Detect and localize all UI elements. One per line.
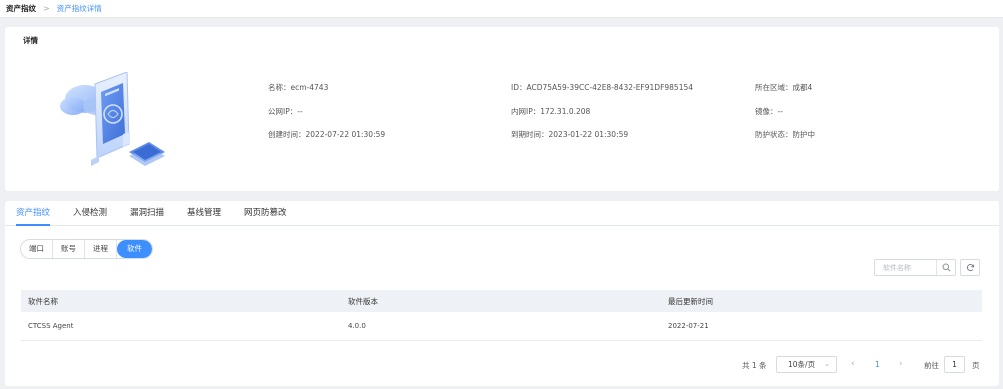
detail-title: 详情 (23, 36, 38, 45)
goto-unit: 页 (972, 361, 980, 370)
server-illustration-icon (60, 72, 165, 166)
field-protection-status: 防护状态：防护中 (755, 130, 815, 139)
tab-web-tamper-protection[interactable]: 网页防篡改 (244, 201, 287, 226)
breadcrumb-root[interactable]: 资产指纹 (6, 3, 36, 14)
field-created-time: 创建时间：2022-07-22 01:30:59 (268, 130, 386, 139)
field-private-ip: 内网IP：172.31.0.208 (511, 107, 591, 116)
cell-last-update-time: 2022-07-21 (668, 322, 709, 330)
cell-software-name: CTCSS Agent (28, 322, 74, 330)
field-name: 名称：ecm-4743 (268, 83, 329, 92)
field-expire-time: 到期时间：2023-01-22 01:30:59 (511, 130, 629, 139)
next-page-button[interactable]: › (899, 359, 903, 369)
refresh-button[interactable] (960, 259, 980, 276)
breadcrumb-separator: > (43, 4, 50, 13)
search-icon (941, 263, 950, 272)
goto-label: 前往 (924, 361, 939, 370)
column-software-name: 软件名称 (28, 296, 58, 306)
category-segmented-control: 端口 账号 进程 软件 (20, 239, 153, 259)
tab-vulnerability-scan[interactable]: 漏洞扫描 (130, 201, 164, 226)
breadcrumb: 资产指纹 > 资产指纹详情 (0, 0, 1003, 18)
tab-baseline-management[interactable]: 基线管理 (187, 201, 221, 226)
breadcrumb-current: 资产指纹详情 (56, 4, 102, 13)
segment-software[interactable]: 软件 (117, 240, 152, 258)
chevron-down-icon: ⌄ (824, 360, 830, 368)
segment-account[interactable]: 账号 (53, 240, 85, 258)
page-number-current[interactable]: 1 (875, 360, 880, 369)
tab-asset-fingerprint[interactable]: 资产指纹 (16, 201, 51, 226)
software-table: 软件名称 软件版本 最后更新时间 CTCSS Agent 4.0.0 2022-… (21, 290, 982, 341)
tab-bar: 资产指纹 入侵检测 漏洞扫描 基线管理 网页防篡改 (5, 201, 999, 226)
segment-port[interactable]: 端口 (21, 240, 53, 258)
field-region: 所在区域：成都4 (755, 83, 813, 92)
goto-page-input[interactable]: 1 (944, 356, 965, 373)
tab-intrusion-detection[interactable]: 入侵检测 (73, 201, 107, 226)
prev-page-button[interactable]: ‹ (851, 359, 855, 369)
asset-fingerprint-card: 资产指纹 入侵检测 漏洞扫描 基线管理 网页防篡改 端口 账号 进程 软件 软件… (5, 201, 999, 386)
field-image: 镜像：-- (755, 107, 783, 116)
column-last-update-time: 最后更新时间 (668, 296, 713, 306)
pagination: 共 1 条 10条/页 ⌄ ‹ 1 › 前往 1 页 (5, 356, 999, 374)
column-software-version: 软件版本 (348, 296, 378, 306)
page-size-select[interactable]: 10条/页 ⌄ (776, 356, 837, 373)
pagination-total: 共 1 条 (742, 361, 767, 370)
refresh-icon (966, 264, 974, 272)
search-button[interactable] (936, 260, 955, 275)
field-id: ID：ACD75A59-39CC-42E8-8432-EF91DF985154 (511, 83, 694, 92)
field-public-ip: 公网IP：-- (268, 107, 303, 116)
segment-process[interactable]: 进程 (85, 240, 117, 258)
search-box (874, 259, 956, 276)
page-size-value: 10条/页 (788, 360, 816, 369)
cell-software-version: 4.0.0 (348, 322, 366, 330)
detail-card: 详情 名称：ecm-4743 ID：ACD75A59-39CC-42E8-843… (5, 27, 999, 191)
software-name-search-input[interactable] (875, 260, 937, 275)
table-header: 软件名称 软件版本 最后更新时间 (21, 290, 982, 312)
table-row: CTCSS Agent 4.0.0 2022-07-21 (21, 312, 982, 341)
